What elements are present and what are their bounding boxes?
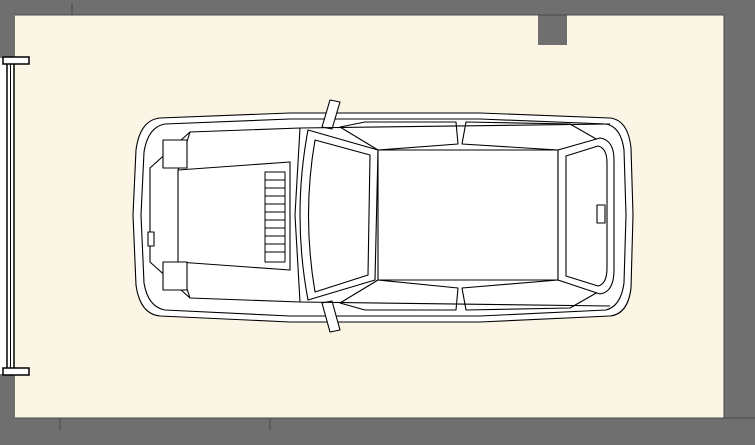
wall-right: [724, 0, 755, 445]
wall-left-upper: [0, 0, 15, 58]
wall-pillar: [538, 0, 567, 45]
headlight-left: [162, 139, 188, 169]
car: [132, 99, 634, 333]
car-roof: [377, 149, 559, 281]
wall-bottom: [0, 418, 755, 445]
door-hinge-top: [2, 56, 30, 65]
front-emblem: [147, 231, 155, 247]
wall-top: [0, 0, 755, 15]
wall-left-lower: [0, 374, 15, 445]
rear-brake-light: [596, 204, 606, 224]
windshield: [299, 129, 379, 301]
headlight-right: [162, 261, 188, 291]
door-hinge-bottom: [2, 367, 30, 376]
garage-floor-plan: [0, 0, 755, 445]
